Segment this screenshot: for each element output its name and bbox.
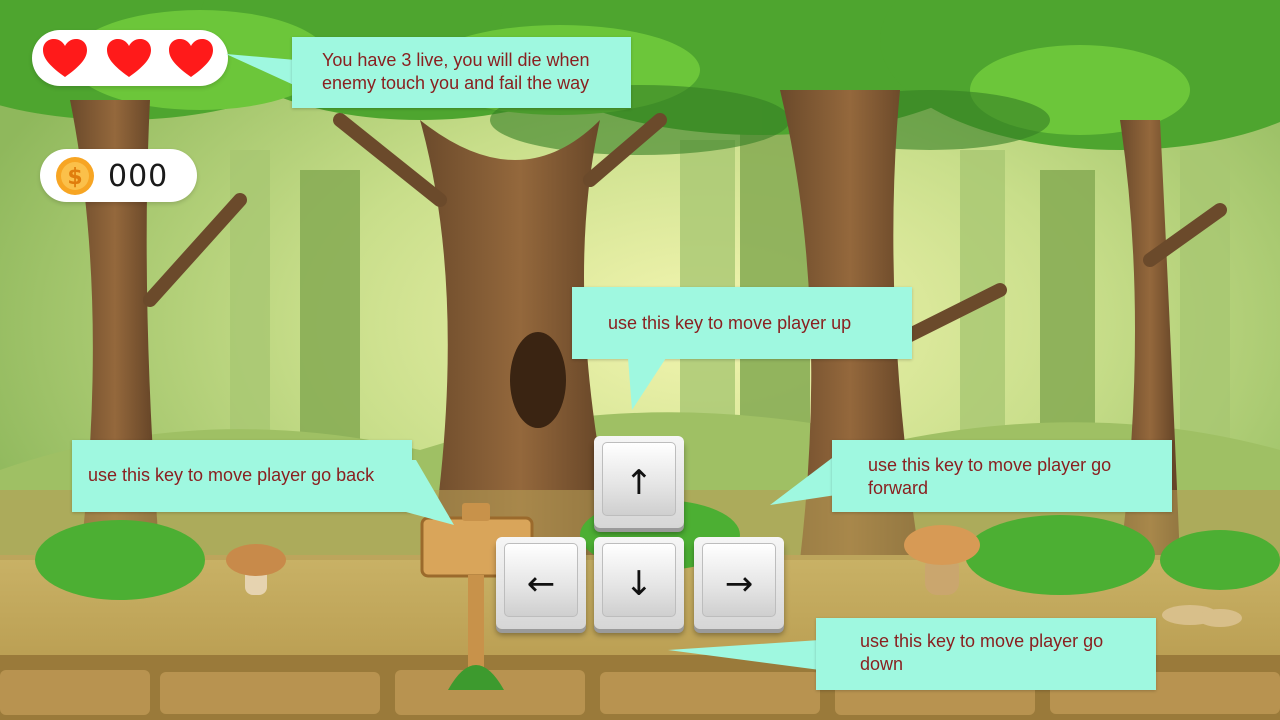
key-face: ← xyxy=(504,543,578,617)
up-arrow-icon: ↑ xyxy=(624,463,654,503)
tip-tail xyxy=(770,455,836,505)
forward-tooltip-text: use this key to move player go forward xyxy=(868,455,1112,498)
heart-icon xyxy=(169,39,213,77)
tip-tail xyxy=(396,460,454,525)
dollar-coin-icon: $ xyxy=(56,157,94,195)
key-face: ↑ xyxy=(602,442,676,516)
tip-tail xyxy=(668,640,820,670)
lives-tooltip: You have 3 live, you will die when enemy… xyxy=(292,37,631,108)
back-tooltip-text: use this key to move player go back xyxy=(88,465,375,485)
tip-tail xyxy=(628,358,666,410)
down-arrow-key[interactable]: ↓ xyxy=(594,537,684,629)
heart-icon xyxy=(107,39,151,77)
lives-tooltip-text: You have 3 live, you will die when enemy… xyxy=(322,50,590,93)
key-face: ↓ xyxy=(602,543,676,617)
key-face: → xyxy=(702,543,776,617)
up-tooltip: use this key to move player up xyxy=(572,287,912,359)
up-arrow-key[interactable]: ↑ xyxy=(594,436,684,528)
up-tooltip-text: use this key to move player up xyxy=(608,313,852,333)
left-arrow-key[interactable]: ← xyxy=(496,537,586,629)
right-arrow-icon: → xyxy=(724,564,754,604)
right-arrow-key[interactable]: → xyxy=(694,537,784,629)
heart-icon xyxy=(43,39,87,77)
tip-tail xyxy=(226,54,296,86)
lives-panel xyxy=(32,30,228,86)
down-arrow-icon: ↓ xyxy=(624,564,654,604)
coin-count: 000 xyxy=(108,159,169,194)
down-tooltip: use this key to move player go down xyxy=(816,618,1156,690)
svg-text:$: $ xyxy=(67,165,82,190)
down-tooltip-text: use this key to move player go down xyxy=(860,631,1104,674)
back-tooltip: use this key to move player go back xyxy=(72,440,412,512)
coin-counter: $ 000 xyxy=(40,149,197,202)
left-arrow-icon: ← xyxy=(526,564,556,604)
forward-tooltip: use this key to move player go forward xyxy=(832,440,1172,512)
